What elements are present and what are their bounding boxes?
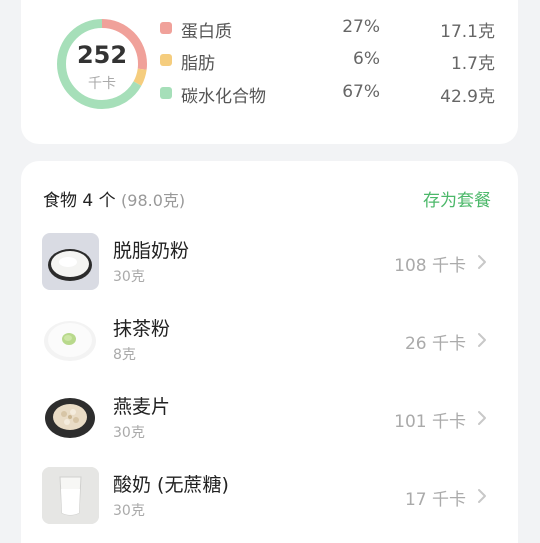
fat-color-dot — [160, 54, 172, 66]
macro-name: 碳水化合物 — [181, 87, 266, 107]
food-list-header: 食物 4 个 (98.0克) — [43, 186, 185, 211]
food-name: 抹茶粉 — [113, 318, 171, 340]
food-weight: 30克 — [113, 269, 145, 285]
food-weight: 8克 — [113, 347, 136, 363]
protein-color-dot — [160, 22, 172, 34]
yogurt-icon — [42, 467, 99, 524]
macro-percent: 67% — [342, 82, 380, 102]
food-name: 脱脂奶粉 — [113, 240, 190, 262]
food-kcal: 17 千卡 — [404, 490, 466, 510]
matcha-powder-icon — [42, 311, 99, 368]
macro-row-fat: 脂肪 6% 1.7克 — [160, 47, 500, 74]
macro-amount: 17.1克 — [440, 22, 495, 42]
oat-flakes-icon — [42, 389, 99, 446]
food-count-title: 食物 4 个 — [43, 191, 116, 211]
chevron-right-icon — [478, 255, 486, 269]
chevron-right-icon — [478, 411, 486, 425]
calorie-ring: 252 千卡 — [55, 17, 149, 111]
macro-name: 脂肪 — [181, 54, 215, 74]
calorie-value: 252 — [76, 41, 128, 69]
macro-amount: 1.7克 — [450, 54, 495, 74]
chevron-right-icon — [478, 489, 486, 503]
macro-percent: 27% — [342, 17, 380, 37]
milk-powder-icon — [42, 233, 99, 290]
macro-row-protein: 蛋白质 27% 17.1克 — [160, 15, 500, 42]
food-total-weight: (98.0克) — [121, 191, 186, 210]
food-item-skim-milk-powder[interactable]: 脱脂奶粉 30克 108 千卡 — [42, 233, 497, 291]
macro-amount: 42.9克 — [440, 87, 495, 107]
food-name: 燕麦片 — [113, 396, 171, 418]
calorie-unit: 千卡 — [88, 76, 116, 92]
food-kcal: 101 千卡 — [394, 412, 466, 432]
macro-name: 蛋白质 — [181, 22, 232, 42]
food-item-yogurt[interactable]: 酸奶 (无蔗糖) 30克 17 千卡 — [42, 467, 497, 525]
food-kcal: 26 千卡 — [404, 334, 466, 354]
carbs-color-dot — [160, 87, 172, 99]
food-weight: 30克 — [113, 425, 145, 441]
food-weight: 30克 — [113, 503, 145, 519]
food-item-oat-flakes[interactable]: 燕麦片 30克 101 千卡 — [42, 389, 497, 447]
macro-percent: 6% — [353, 49, 380, 69]
chevron-right-icon — [478, 333, 486, 347]
macro-row-carbs: 碳水化合物 67% 42.9克 — [160, 80, 500, 107]
save-as-meal-button[interactable]: 存为套餐 — [423, 186, 491, 211]
food-item-matcha-powder[interactable]: 抹茶粉 8克 26 千卡 — [42, 311, 497, 369]
food-name: 酸奶 (无蔗糖) — [113, 474, 229, 496]
food-kcal: 108 千卡 — [394, 256, 466, 276]
